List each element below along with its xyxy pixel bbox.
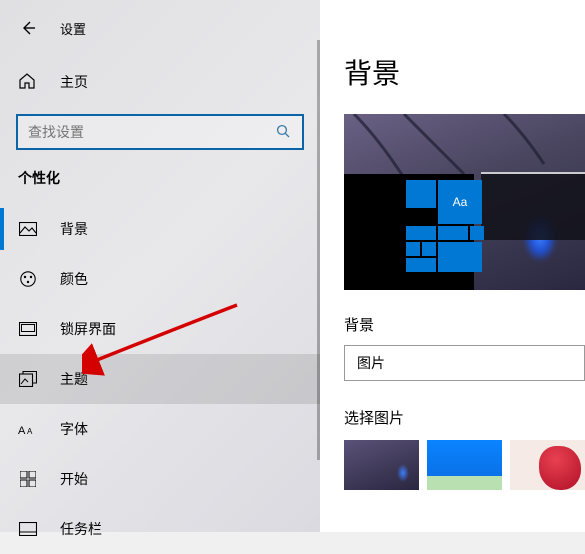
sidebar-item-fonts[interactable]: AA 字体 [0,404,320,454]
sidebar-item-themes[interactable]: 主题 [0,354,320,404]
settings-title: 设置 [60,19,86,38]
fonts-icon: AA [18,419,38,439]
search-icon [276,124,292,140]
settings-sidebar: 设置 主页 个性化 背景 颜色 锁屏界面 [0,0,320,532]
background-field-label: 背景 [344,314,585,335]
background-dropdown[interactable]: 图片 [344,345,585,381]
main-content: 背景 Aa 背景 图片 选择图片 [320,0,585,532]
svg-text:A: A [18,425,26,436]
sidebar-item-lockscreen[interactable]: 锁屏界面 [0,304,320,354]
lockscreen-icon [18,319,38,339]
image-icon [18,219,38,239]
picture-thumb-1[interactable] [344,440,419,490]
sidebar-item-taskbar[interactable]: 任务栏 [0,504,320,554]
search-input[interactable] [28,124,276,140]
sidebar-item-start[interactable]: 开始 [0,454,320,504]
home-button[interactable]: 主页 [0,60,320,104]
themes-icon [18,369,38,389]
category-label: 个性化 [0,168,320,188]
arrow-left-icon [18,18,38,38]
start-icon [18,469,38,489]
dropdown-value: 图片 [357,353,385,373]
sidebar-item-label: 颜色 [60,269,88,289]
back-button[interactable]: 设置 [0,8,320,48]
svg-text:A: A [27,427,33,436]
search-box[interactable] [16,114,304,150]
sidebar-item-label: 开始 [60,469,88,489]
sidebar-item-label: 背景 [60,219,88,239]
sidebar-item-label: 锁屏界面 [60,319,116,339]
home-icon [18,72,38,92]
palette-icon [18,269,38,289]
choose-picture-label: 选择图片 [344,407,585,428]
picture-thumb-3[interactable] [510,440,585,490]
home-label: 主页 [60,72,88,92]
picture-thumb-2[interactable] [427,440,502,490]
sidebar-item-background[interactable]: 背景 [0,204,320,254]
page-title: 背景 [344,52,585,92]
picture-thumbnails [344,440,585,490]
preview-aa-tile: Aa [438,180,482,224]
sidebar-item-colors[interactable]: 颜色 [0,254,320,304]
taskbar-icon [18,519,38,539]
sidebar-item-label: 任务栏 [60,519,102,539]
sidebar-item-label: 主题 [60,369,88,389]
sidebar-item-label: 字体 [60,419,88,439]
desktop-preview: Aa [344,114,585,290]
